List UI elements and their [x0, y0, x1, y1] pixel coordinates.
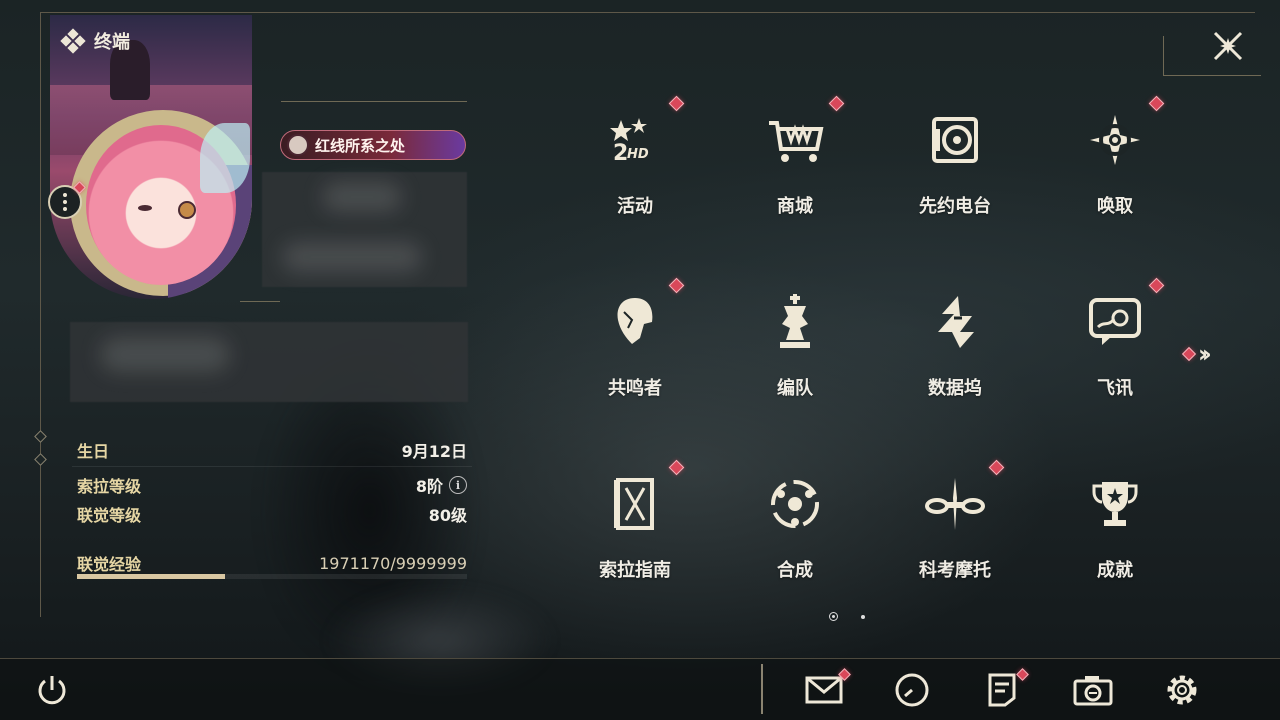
- page-title: 终端: [94, 32, 130, 53]
- union-exp-label: 联觉经验: [77, 555, 142, 574]
- badge-name: 红线所系之处: [315, 136, 406, 155]
- menu-label-synthesis: 合成: [777, 560, 813, 581]
- next-page-button[interactable]: ››: [1181, 340, 1212, 368]
- union-exp-bar-fill: [77, 574, 226, 579]
- union-exp-value: 1971170/9999999: [319, 553, 467, 573]
- menu-label-event: 活动: [617, 196, 653, 217]
- union-level-value: 80级: [428, 506, 467, 525]
- info-icon[interactable]: i: [449, 476, 467, 494]
- notes-icon: [988, 673, 1016, 707]
- settings-gear-icon: [1167, 675, 1197, 705]
- menu-tile-resonator[interactable]: 共鸣者: [555, 272, 715, 422]
- redacted-name-panel: [262, 172, 467, 287]
- menu-label-data-dock: 数据坞: [928, 378, 982, 399]
- rail-ornament: [34, 430, 47, 443]
- guide-icon: [603, 472, 667, 536]
- shop-cart-icon: [763, 108, 827, 172]
- camera-button[interactable]: [1071, 668, 1115, 712]
- divider: [1163, 75, 1261, 76]
- title-badge[interactable]: 红线所系之处: [280, 130, 466, 160]
- menu-label-achievement: 成就: [1097, 560, 1133, 581]
- sola-level-row: 索拉等级 8阶 i: [77, 473, 467, 497]
- settings-button[interactable]: [1160, 668, 1204, 712]
- power-button[interactable]: [30, 668, 74, 712]
- clock-button[interactable]: [890, 668, 934, 712]
- divider: [1163, 36, 1164, 76]
- menu-label-team: 编队: [777, 378, 813, 399]
- menu-tile-achievement[interactable]: 成就: [1035, 454, 1195, 604]
- menu-tile-guide[interactable]: 索拉指南: [555, 454, 715, 604]
- menu-grid: 2 HD 活动 商城 先约电台 唤取 共鸣者 编队 数据坞 飞讯 索拉指南 合成…: [555, 90, 1195, 610]
- toolbar-separator: [761, 664, 763, 714]
- menu-tile-shop[interactable]: 商城: [715, 90, 875, 240]
- birthday-row: 生日 9月12日: [77, 438, 467, 462]
- redacted-signature-panel: [70, 322, 468, 402]
- birthday-label: 生日: [77, 442, 110, 461]
- camera-icon: [1073, 676, 1113, 706]
- radio-icon: [923, 108, 987, 172]
- chat-icon: [1083, 290, 1147, 354]
- page-indicator-2[interactable]: [861, 615, 865, 619]
- mail-button[interactable]: [802, 668, 851, 712]
- convene-icon: [1083, 108, 1147, 172]
- player-portrait[interactable]: [50, 15, 252, 299]
- notification-dot: [1148, 95, 1165, 112]
- terminal-header: 终端: [60, 28, 130, 54]
- sola-level-value: 8阶: [415, 477, 443, 496]
- menu-label-convene: 唤取: [1097, 196, 1133, 217]
- notification-dot: [668, 277, 685, 294]
- union-level-row: 联觉等级 80级: [77, 502, 467, 526]
- notification-dot: [1148, 277, 1165, 294]
- union-exp-row: 联觉经验 1971170/9999999: [77, 551, 467, 575]
- birthday-value: 9月12日: [401, 442, 467, 461]
- notification-dot: [1181, 346, 1197, 362]
- notification-dot: [668, 459, 685, 476]
- divider: [72, 466, 472, 467]
- synthesis-icon: [763, 472, 827, 536]
- event-icon: 2 HD: [603, 108, 667, 172]
- power-icon: [38, 676, 66, 705]
- sola-level-label: 索拉等级: [77, 477, 142, 496]
- trophy-icon: [1083, 472, 1147, 536]
- mail-icon: [805, 676, 843, 704]
- menu-tile-synthesis[interactable]: 合成: [715, 454, 875, 604]
- close-icon: [1213, 31, 1243, 60]
- rail-ornament: [34, 453, 47, 466]
- notification-dot: [988, 459, 1005, 476]
- menu-tile-team[interactable]: 编队: [715, 272, 875, 422]
- menu-tile-radio[interactable]: 先约电台: [875, 90, 1035, 240]
- menu-tile-convene[interactable]: 唤取: [1035, 90, 1195, 240]
- union-level-label: 联觉等级: [77, 506, 142, 525]
- menu-label-resonator: 共鸣者: [608, 378, 662, 399]
- menu-tile-event[interactable]: 2 HD 活动: [555, 90, 715, 240]
- menu-tile-chat[interactable]: 飞讯: [1035, 272, 1195, 422]
- badge-avatar: [287, 134, 309, 156]
- data-dock-icon: [923, 290, 987, 354]
- terminal-diamond-icon: [60, 28, 86, 54]
- frame-left-rail: [40, 12, 41, 617]
- clock-icon: [895, 673, 929, 707]
- notes-button[interactable]: [980, 668, 1029, 712]
- motorbike-icon: [923, 472, 987, 536]
- menu-label-chat: 飞讯: [1097, 378, 1133, 399]
- close-button[interactable]: [1198, 18, 1258, 73]
- menu-tile-data-dock[interactable]: 数据坞: [875, 272, 1035, 422]
- union-exp-bar: [77, 574, 467, 579]
- team-chess-icon: [763, 290, 827, 354]
- menu-label-guide: 索拉指南: [599, 560, 671, 581]
- divider: [281, 101, 467, 102]
- notification-dot: [828, 95, 845, 112]
- frame-top-line: [40, 12, 1255, 13]
- menu-label-radio: 先约电台: [919, 196, 991, 217]
- profile-more-button[interactable]: [48, 181, 86, 219]
- notification-dot: [668, 95, 685, 112]
- resonator-icon: [603, 290, 667, 354]
- menu-tile-motorbike[interactable]: 科考摩托: [875, 454, 1035, 604]
- page-indicator-1[interactable]: [829, 612, 838, 621]
- divider: [240, 301, 280, 302]
- menu-label-motorbike: 科考摩托: [919, 560, 991, 581]
- double-chevron-right-icon: ››: [1198, 340, 1212, 368]
- svg-text:HD: HD: [627, 147, 649, 162]
- menu-label-shop: 商城: [777, 196, 813, 217]
